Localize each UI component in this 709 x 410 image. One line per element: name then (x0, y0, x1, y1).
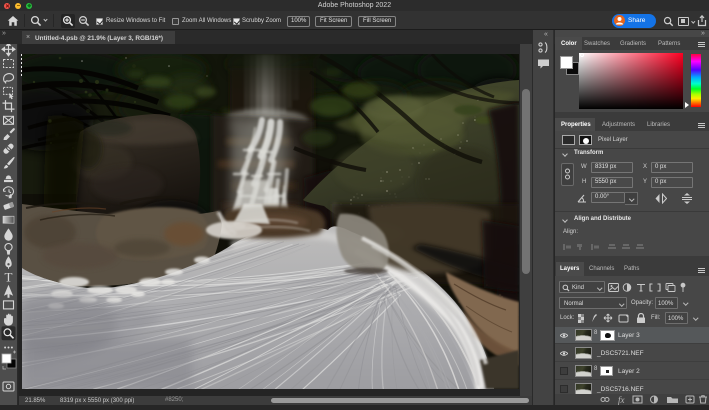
svg-text:T: T (5, 270, 13, 285)
svg-text:fx: fx (618, 395, 625, 405)
